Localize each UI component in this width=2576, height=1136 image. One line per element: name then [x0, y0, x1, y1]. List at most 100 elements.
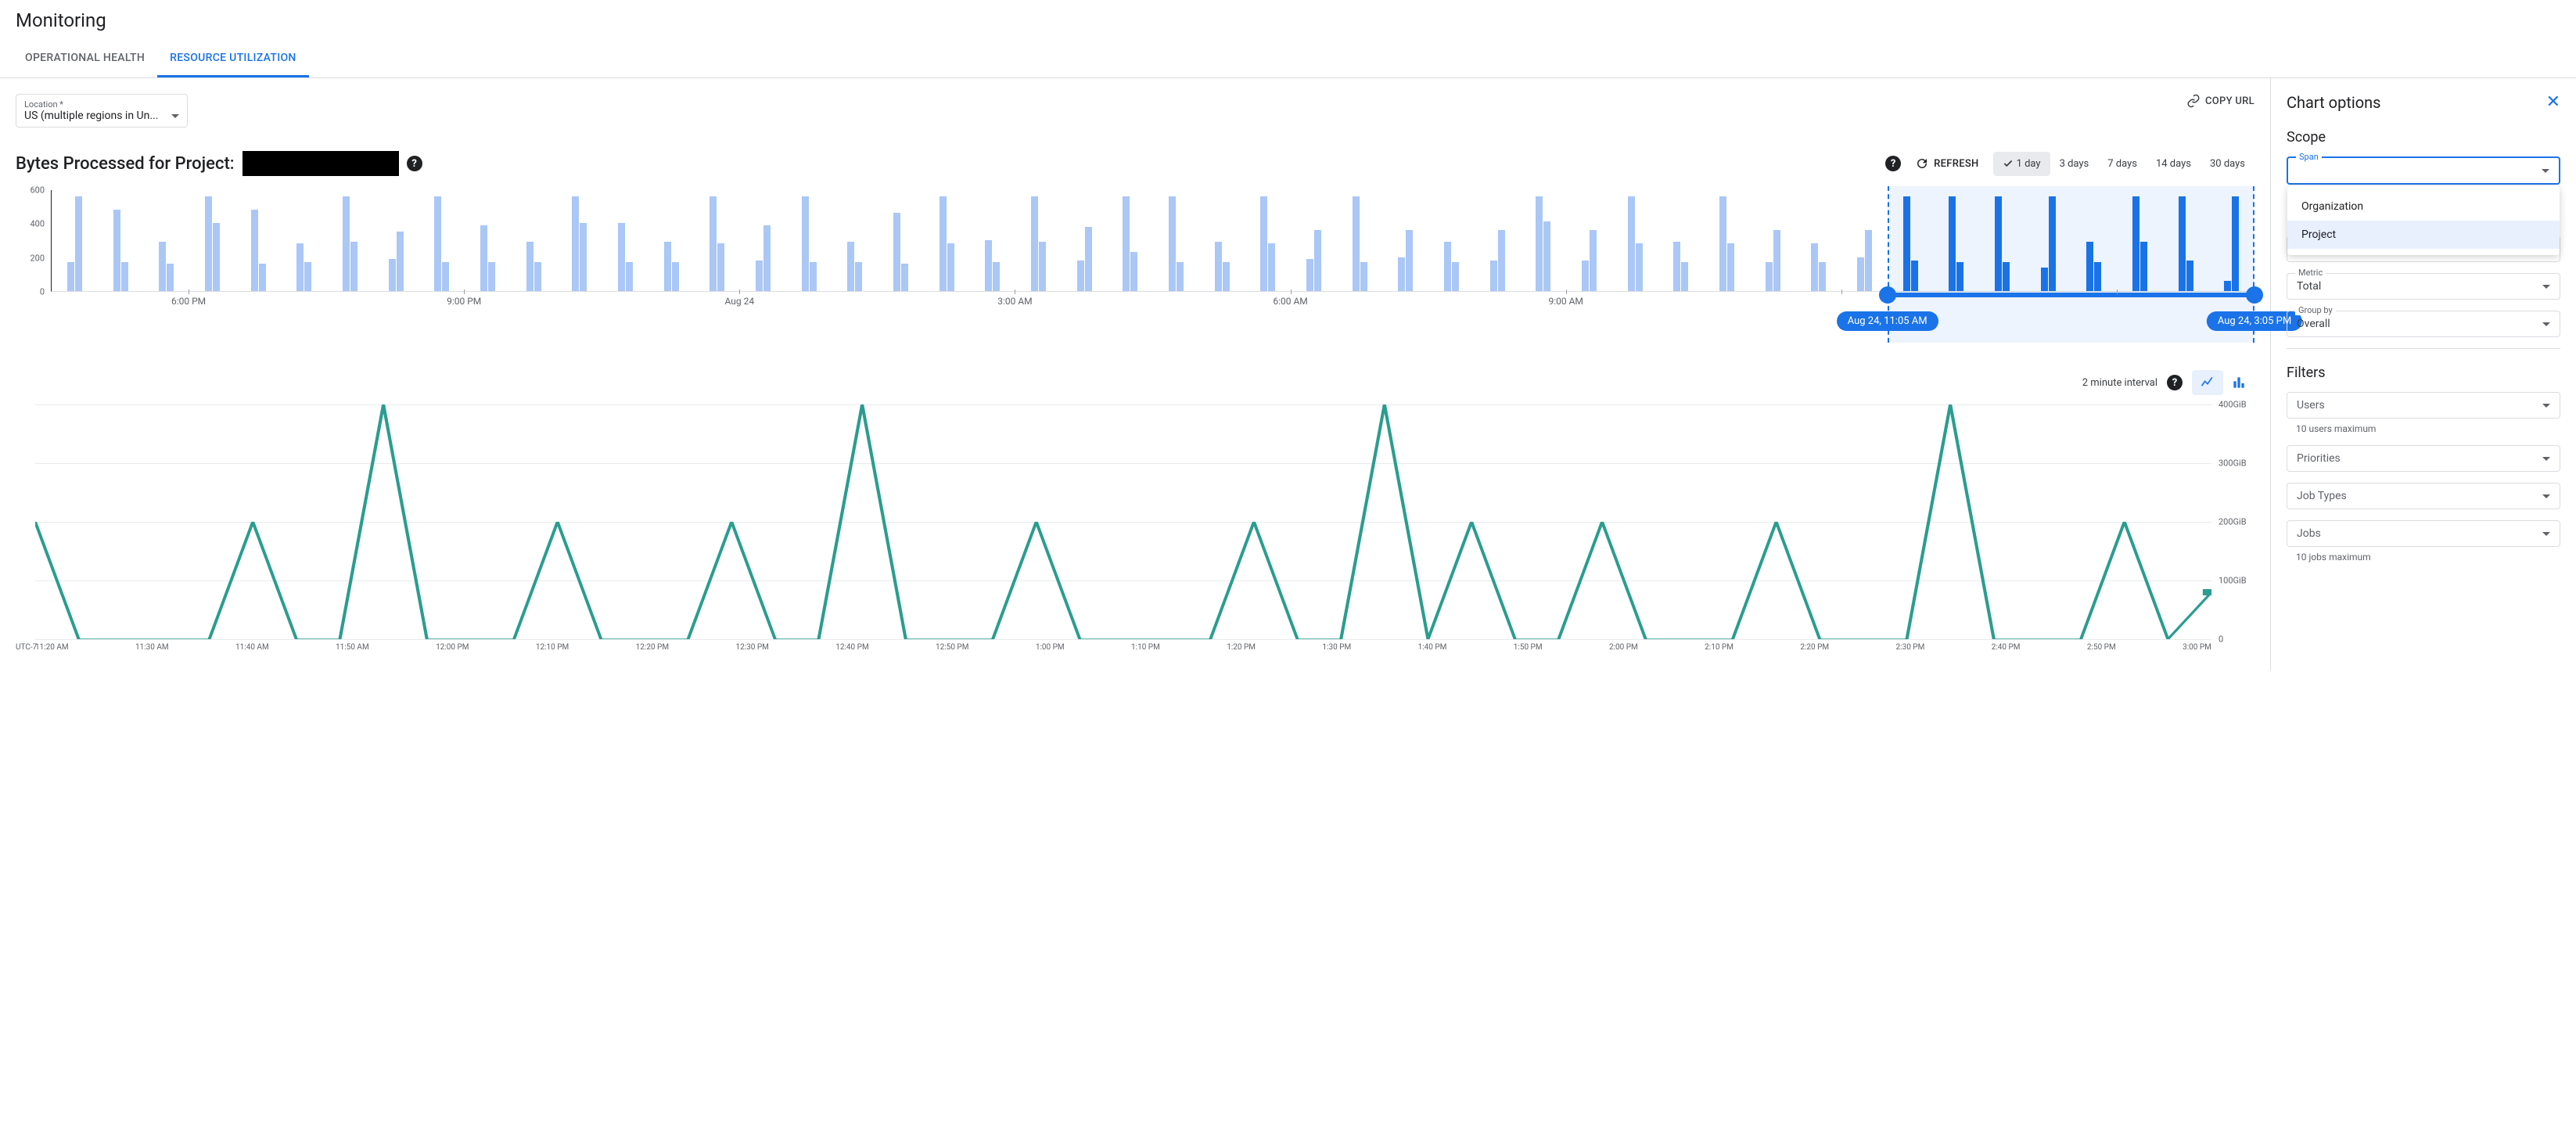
- overview-bar-group: [281, 243, 327, 291]
- range-7-days[interactable]: 7 days: [2098, 152, 2147, 176]
- priorities-filter[interactable]: Priorities: [2287, 445, 2560, 472]
- jobs-helper-text: 10 jobs maximum: [2296, 552, 2560, 563]
- users-helper-text: 10 users maximum: [2296, 423, 2560, 434]
- span-option-project[interactable]: Project: [2287, 221, 2560, 249]
- overview-bar-group: [878, 213, 924, 291]
- link-icon: [2186, 94, 2201, 108]
- chevron-down-icon: [2542, 494, 2550, 498]
- overview-bar-group: [694, 196, 740, 291]
- range-group: 1 day 3 days 7 days 14 days 30 days: [1993, 152, 2254, 176]
- detail-chart: 0100GiB200GiB300GiB400GiB UTC-7 11:20 AM…: [16, 404, 2254, 670]
- range-1-day[interactable]: 1 day: [1993, 152, 2050, 176]
- range-14-days[interactable]: 14 days: [2147, 152, 2201, 176]
- overview-bar-group: [1475, 230, 1521, 291]
- overview-bar-group: [1612, 196, 1658, 291]
- overview-bar-group: [143, 242, 189, 291]
- chart-title: Bytes Processed for Project: ?: [16, 151, 422, 176]
- chevron-down-icon: [2542, 169, 2549, 173]
- chart-options-sidebar: Chart options ✕ Scope Span Organization …: [2271, 78, 2576, 670]
- overview-bar-group: [740, 225, 786, 292]
- overview-bar-group: [1566, 230, 1612, 291]
- timezone-label: UTC-7: [16, 643, 37, 652]
- overview-bar-group: [648, 242, 695, 291]
- chevron-down-icon: [2542, 457, 2550, 461]
- overview-bar-group: [1245, 196, 1291, 291]
- overview-y-axis: 0200400600: [16, 190, 51, 292]
- overview-bar-group: [235, 210, 282, 291]
- overview-bar-group: [556, 196, 602, 291]
- overview-bar-group: [786, 196, 832, 291]
- sidebar-title: Chart options: [2287, 93, 2381, 112]
- bar-chart-icon: [2231, 375, 2247, 390]
- bar-chart-toggle[interactable]: [2223, 370, 2254, 395]
- time-selection-overlay: [1888, 186, 2254, 343]
- line-chart-toggle[interactable]: [2192, 370, 2223, 395]
- span-select[interactable]: Span Organization Project: [2287, 156, 2560, 185]
- overview-bar-group: [1382, 230, 1428, 291]
- interval-label: 2 minute interval: [2082, 377, 2157, 389]
- overview-bar-group: [832, 242, 878, 291]
- overview-bar-group: [1291, 230, 1337, 291]
- help-icon[interactable]: ?: [1885, 156, 1901, 171]
- overview-bar-group: [1107, 196, 1153, 291]
- overview-bar-group: [924, 196, 970, 291]
- metric-select[interactable]: Metric Total: [2287, 273, 2560, 300]
- span-option-organization[interactable]: Organization: [2287, 192, 2560, 221]
- overview-bar-group: [969, 240, 1015, 291]
- redacted-project-name: [243, 151, 399, 176]
- overview-bar-group: [511, 242, 557, 291]
- chevron-down-icon: [171, 114, 179, 118]
- tab-operational-health[interactable]: OPERATIONAL HEALTH: [13, 41, 157, 77]
- jobs-filter[interactable]: Jobs: [2287, 520, 2560, 547]
- help-icon[interactable]: ?: [407, 156, 422, 171]
- overview-plot[interactable]: Aug 24, 11:05 AM Aug 24, 3:05 PM: [51, 190, 2254, 292]
- users-filter[interactable]: Users: [2287, 392, 2560, 419]
- overview-bar-group: [1015, 196, 1062, 291]
- chevron-down-icon: [2542, 322, 2550, 326]
- tabs-bar: OPERATIONAL HEALTH RESOURCE UTILIZATION: [0, 41, 2576, 78]
- overview-chart: 0200400600 Aug 24, 11:05 AM Aug 24, 3:05…: [16, 190, 2254, 331]
- overview-x-axis: 6:00 PM9:00 PMAug 243:00 AM6:00 AM9:00 A…: [51, 296, 2254, 307]
- chevron-down-icon: [2542, 285, 2550, 289]
- overview-bar-group: [1704, 196, 1750, 291]
- jobtypes-filter[interactable]: Job Types: [2287, 483, 2560, 509]
- copy-url-button[interactable]: COPY URL: [2186, 94, 2254, 108]
- overview-bar-group: [465, 225, 511, 292]
- location-label: Location *: [24, 99, 179, 110]
- overview-bar-group: [1521, 196, 1567, 291]
- span-label: Span: [2296, 152, 2322, 162]
- location-select[interactable]: Location * US (multiple regions in Un...: [16, 94, 188, 128]
- detail-x-axis: 11:20 AM11:30 AM11:40 AM11:50 AM12:00 PM…: [35, 643, 2211, 652]
- tab-resource-utilization[interactable]: RESOURCE UTILIZATION: [157, 41, 309, 77]
- overview-bar-group: [1796, 243, 1842, 291]
- overview-bar-group: [98, 210, 144, 291]
- overview-bar-group: [1062, 227, 1108, 291]
- filters-section-title: Filters: [2287, 365, 2560, 381]
- page-title: Monitoring: [0, 0, 2576, 41]
- range-3-days[interactable]: 3 days: [2050, 152, 2099, 176]
- detail-y-axis: 0100GiB200GiB300GiB400GiB: [2215, 404, 2254, 639]
- close-icon[interactable]: ✕: [2546, 92, 2560, 112]
- check-icon: [2003, 158, 2014, 169]
- overview-bar-group: [602, 223, 648, 291]
- metric-label: Metric: [2295, 268, 2326, 278]
- range-30-days[interactable]: 30 days: [2201, 152, 2254, 176]
- detail-plot[interactable]: [35, 404, 2211, 639]
- span-dropdown: Organization Project: [2287, 186, 2560, 255]
- overview-bar-group: [1841, 230, 1888, 291]
- overview-bar-group: [327, 196, 373, 291]
- overview-bar-group: [189, 196, 235, 291]
- overview-bar-group: [419, 196, 465, 291]
- chevron-down-icon: [2542, 532, 2550, 536]
- scope-section-title: Scope: [2287, 129, 2560, 146]
- refresh-icon: [1915, 156, 1929, 171]
- overview-bar-group: [1750, 230, 1796, 291]
- overview-bar-group: [1153, 196, 1199, 291]
- groupby-select[interactable]: Group by Overall: [2287, 311, 2560, 337]
- refresh-button[interactable]: REFRESH: [1915, 156, 1978, 171]
- help-icon[interactable]: ?: [2167, 375, 2183, 390]
- overview-bar-group: [1199, 242, 1245, 291]
- chevron-down-icon: [2542, 404, 2550, 408]
- line-chart-icon: [2200, 375, 2215, 390]
- location-value: US (multiple regions in Un...: [24, 110, 158, 122]
